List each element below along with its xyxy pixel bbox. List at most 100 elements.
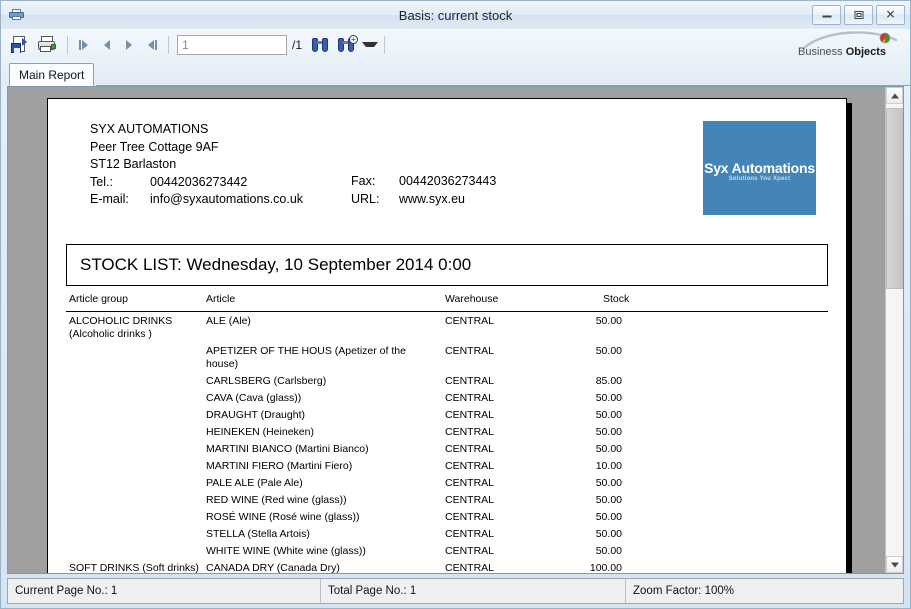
cell-stock: 50.00: [562, 511, 622, 524]
cell-article: MARTINI BIANCO (Martini Bianco): [206, 443, 421, 456]
company-tel-row: Tel.: 00442036273442: [90, 174, 303, 192]
scroll-up-button[interactable]: [886, 87, 903, 104]
tab-label: Main Report: [19, 68, 84, 82]
tab-strip: Main Report: [1, 60, 910, 86]
last-page-button[interactable]: [140, 33, 162, 57]
previous-page-button[interactable]: [96, 33, 118, 57]
cell-warehouse: CENTRAL: [445, 545, 494, 558]
export-icon[interactable]: [9, 33, 33, 57]
page-number-input[interactable]: [177, 35, 287, 55]
cell-warehouse: CENTRAL: [445, 528, 494, 541]
column-header-warehouse: Warehouse: [445, 293, 498, 305]
cell-warehouse: CENTRAL: [445, 345, 494, 358]
cell-article: ALE (Ale): [206, 315, 421, 328]
cell-stock: 50.00: [562, 545, 622, 558]
table-row: HEINEKEN (Heineken)CENTRAL50.00: [66, 426, 828, 443]
brand-primary: Business: [798, 46, 846, 58]
cell-stock: 50.00: [562, 477, 622, 490]
title-bar: Basis: current stock ✕: [1, 1, 910, 29]
next-page-icon: [126, 40, 132, 50]
status-total-page: Total Page No.: 1: [321, 579, 626, 603]
window-title: Basis: current stock: [1, 8, 910, 23]
table-row: MARTINI BIANCO (Martini Bianco)CENTRAL50…: [66, 443, 828, 460]
company-url-row: URL: www.syx.eu: [351, 191, 496, 209]
find-next-icon[interactable]: +: [334, 33, 358, 57]
syx-automations-logo: Syx Automations Solutions You Xpect: [703, 121, 816, 215]
window-controls: ✕: [812, 5, 905, 25]
table-row: MARTINI FIERO (Martini Fiero)CENTRAL10.0…: [66, 460, 828, 477]
column-header-stock: Stock: [603, 293, 629, 305]
next-page-button[interactable]: [118, 33, 140, 57]
cell-stock: 50.00: [562, 409, 622, 422]
report-toolbar: /1 + Bus: [1, 29, 910, 60]
brand-secondary: Objects: [846, 46, 886, 58]
email-value: info@syxautomations.co.uk: [150, 191, 303, 209]
table-header-row: Article group Article Warehouse Stock: [66, 291, 828, 312]
cell-article: CANADA DRY (Canada Dry): [206, 562, 421, 573]
company-address-block: SYX AUTOMATIONS Peer Tree Cottage 9AF ST…: [90, 121, 303, 209]
cell-stock: 50.00: [562, 494, 622, 507]
cell-stock: 50.00: [562, 392, 622, 405]
first-page-button[interactable]: [74, 33, 96, 57]
chevron-down-icon[interactable]: [362, 42, 378, 47]
table-row: WHITE WINE (White wine (glass)) CENTRAL 50…: [66, 545, 828, 562]
cell-stock: 50.00: [562, 345, 622, 358]
plus-badge-icon: +: [349, 35, 358, 44]
cell-warehouse: CENTRAL: [445, 562, 494, 573]
last-page-icon: [155, 40, 157, 50]
page-scroll-area[interactable]: SYX AUTOMATIONS Peer Tree Cottage 9AF ST…: [8, 87, 885, 573]
minimize-button[interactable]: [812, 5, 841, 25]
company-address-line-1: Peer Tree Cottage 9AF: [90, 139, 303, 157]
tel-label: Tel.:: [90, 174, 150, 192]
table-row: CAVA (Cava (glass)) CENTRAL 50.00: [66, 392, 828, 409]
cell-article: CAVA (Cava (glass)): [206, 392, 421, 405]
cell-article: HEINEKEN (Heineken): [206, 426, 421, 439]
column-header-article-group: Article group: [69, 293, 128, 305]
toolbar-separator: [384, 36, 385, 54]
table-row: SOFT DRINKS (Soft drinks) CANADA DRY (Can…: [66, 562, 828, 573]
close-button[interactable]: ✕: [876, 5, 905, 25]
company-email-row: E-mail: info@syxautomations.co.uk: [90, 191, 303, 209]
table-row: ALCOHOLIC DRINKS (Alcoholic drinks )ALE …: [66, 315, 828, 345]
company-fax-row: Fax: 00442036273443: [351, 173, 496, 191]
print-icon[interactable]: [35, 33, 59, 57]
table-row: RED WINE (Red wine (glass))CENTRAL50.00: [66, 494, 828, 511]
cell-warehouse: CENTRAL: [445, 494, 494, 507]
tel-value: 00442036273442: [150, 174, 247, 192]
company-name: SYX AUTOMATIONS: [90, 121, 303, 139]
cell-stock: 85.00: [562, 375, 622, 388]
vertical-scrollbar[interactable]: [885, 87, 903, 573]
maximize-button[interactable]: [844, 5, 873, 25]
table-row: APETIZER OF THE HOUS (Apetizer of the ho…: [66, 345, 828, 375]
scroll-down-button[interactable]: [886, 556, 903, 573]
report-viewport: SYX AUTOMATIONS Peer Tree Cottage 9AF ST…: [7, 86, 904, 574]
tab-main-report[interactable]: Main Report: [9, 63, 94, 86]
status-bar: Current Page No.: 1 Total Page No.: 1 Zo…: [7, 578, 904, 604]
cell-article-group: SOFT DRINKS (Soft drinks): [69, 562, 199, 573]
cell-article: PALE ALE (Pale Ale): [206, 477, 421, 490]
table-row: ROSÉ WINE (Rosé wine (glass))CENTRAL50.0…: [66, 511, 828, 528]
cell-warehouse: CENTRAL: [445, 426, 494, 439]
report-title-box: STOCK LIST: Wednesday, 10 September 2014…: [66, 244, 828, 286]
url-value: www.syx.eu: [399, 191, 465, 209]
cell-warehouse: CENTRAL: [445, 315, 494, 328]
toolbar-separator: [67, 36, 68, 54]
find-icon[interactable]: [308, 33, 332, 57]
cell-warehouse: CENTRAL: [445, 477, 494, 490]
status-zoom-factor: Zoom Factor: 100%: [626, 579, 903, 603]
report-viewer-window: Basis: current stock ✕: [0, 0, 911, 609]
cell-article: MARTINI FIERO (Martini Fiero): [206, 460, 421, 473]
logo-name: Syx Automations: [703, 160, 816, 176]
cell-article: STELLA (Stella Artois): [206, 528, 421, 541]
previous-page-icon: [104, 40, 110, 50]
cell-stock: 10.00: [562, 460, 622, 473]
company-contact-block: Fax: 00442036273443 URL: www.syx.eu: [351, 173, 496, 208]
column-header-article: Article: [206, 293, 235, 305]
chevron-down-icon: [891, 562, 899, 567]
scroll-thumb[interactable]: [886, 108, 903, 289]
scroll-track[interactable]: [886, 104, 903, 556]
email-label: E-mail:: [90, 191, 150, 209]
status-current-page: Current Page No.: 1: [8, 579, 321, 603]
cell-warehouse: CENTRAL: [445, 392, 494, 405]
cell-article: WHITE WINE (White wine (glass)): [206, 545, 421, 558]
